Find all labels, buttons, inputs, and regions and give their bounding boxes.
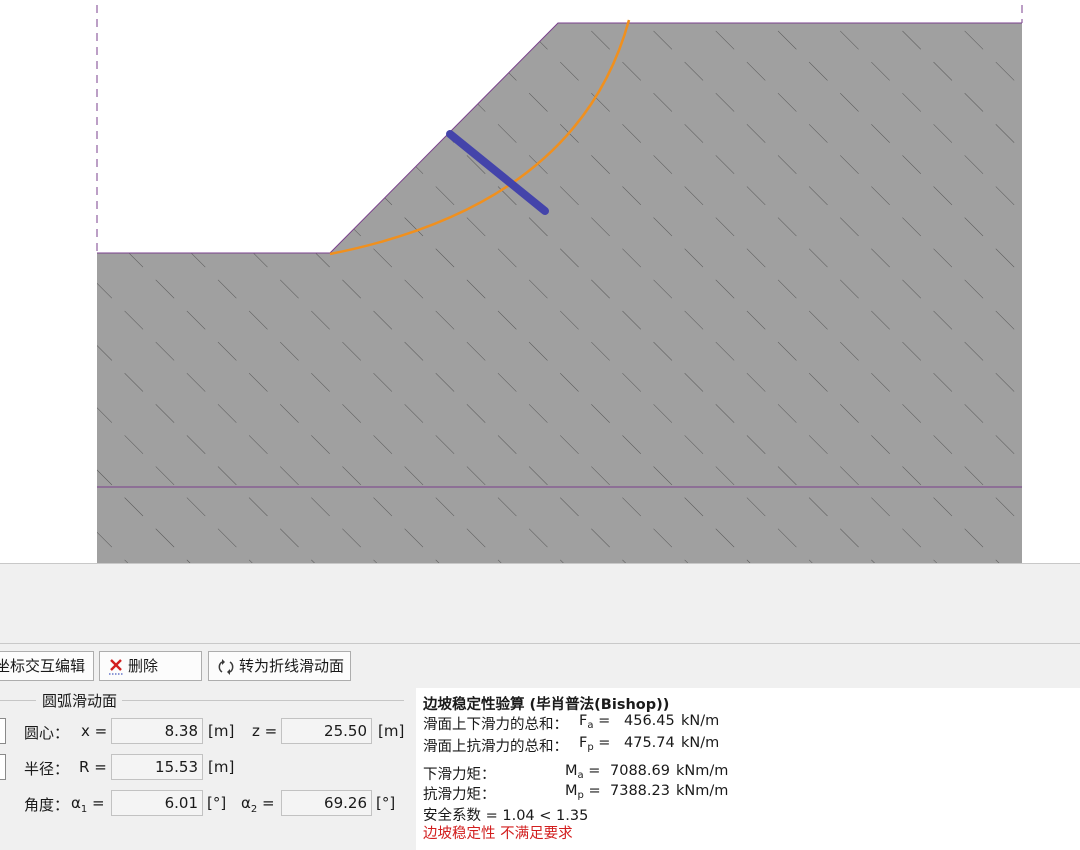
center-mode-dropdown[interactable] [0, 718, 6, 744]
ma-unit: kNm/m [676, 763, 729, 779]
fa-value: 456.45 [624, 713, 675, 729]
radius-mode-dropdown[interactable] [0, 754, 6, 780]
mp-symbol: Mp = [565, 783, 601, 801]
alpha2-unit: [°] [376, 794, 396, 812]
alpha2-field[interactable]: 69.26 [281, 790, 372, 816]
group-border-right [122, 700, 404, 701]
verdict-prefix: 边坡稳定性 [423, 826, 496, 842]
alpha1-label: α1 = [71, 794, 105, 815]
soil-hatch [97, 23, 1022, 563]
x-label: x = [81, 722, 108, 740]
results-title: 边坡稳定性验算 (毕肖普法(Bishop)) [423, 697, 670, 713]
group-border-left [0, 700, 36, 701]
circle-group-title: 圆弧滑动面 [40, 690, 120, 711]
splitter-bar[interactable] [0, 563, 1080, 601]
z-label: z = [252, 722, 278, 740]
ma-symbol: Ma = [565, 763, 601, 781]
slope-drawing [96, 5, 1023, 563]
angle-label: 角度： [24, 796, 70, 814]
fa-label: 滑面上下滑力的总和： [423, 717, 568, 733]
convert-polyline-button[interactable]: 转为折线滑动面 [208, 651, 351, 681]
results-panel: 边坡稳定性验算 (毕肖普法(Bishop)) 滑面上下滑力的总和： Fa = 4… [416, 688, 1080, 850]
fp-unit: kN/m [681, 735, 720, 751]
slope-canvas[interactable] [0, 0, 1080, 563]
z-unit: [m] [378, 722, 405, 740]
convert-label: 转为折线滑动面 [239, 657, 345, 675]
radius-field[interactable]: 15.53 [111, 754, 203, 780]
center-z-field[interactable]: 25.50 [281, 718, 372, 744]
delete-icon [109, 658, 123, 675]
interactive-edit-label: 坐标交互编辑 [0, 657, 86, 675]
interactive-edit-button[interactable]: 坐标交互编辑 [0, 651, 94, 681]
delete-label: 删除 [128, 657, 159, 675]
fa-symbol: Fa = [579, 713, 611, 731]
fp-symbol: Fp = [579, 735, 611, 753]
delete-button[interactable]: 删除 [99, 651, 202, 681]
ma-label: 下滑力矩： [423, 767, 496, 783]
mp-value: 7388.23 [610, 783, 670, 799]
mp-unit: kNm/m [676, 783, 729, 799]
alpha1-field[interactable]: 6.01 [111, 790, 203, 816]
fp-label: 滑面上抗滑力的总和： [423, 739, 568, 755]
convert-refresh-icon [218, 658, 234, 675]
panel-separator [0, 643, 1080, 644]
ma-value: 7088.69 [610, 763, 670, 779]
fp-value: 475.74 [624, 735, 675, 751]
r-unit: [m] [208, 758, 235, 776]
center-label: 圆心： [24, 724, 70, 742]
alpha2-label: α2 = [241, 794, 275, 815]
center-x-field[interactable]: 8.38 [111, 718, 203, 744]
fa-unit: kN/m [681, 713, 720, 729]
alpha1-unit: [°] [207, 794, 227, 812]
mp-label: 抗滑力矩： [423, 787, 496, 803]
x-unit: [m] [208, 722, 235, 740]
stability-verdict: 边坡稳定性 不满足要求 [423, 822, 573, 843]
radius-label: 半径： [24, 760, 70, 778]
verdict-text: 不满足要求 [500, 826, 573, 842]
r-label: R = [79, 758, 107, 776]
